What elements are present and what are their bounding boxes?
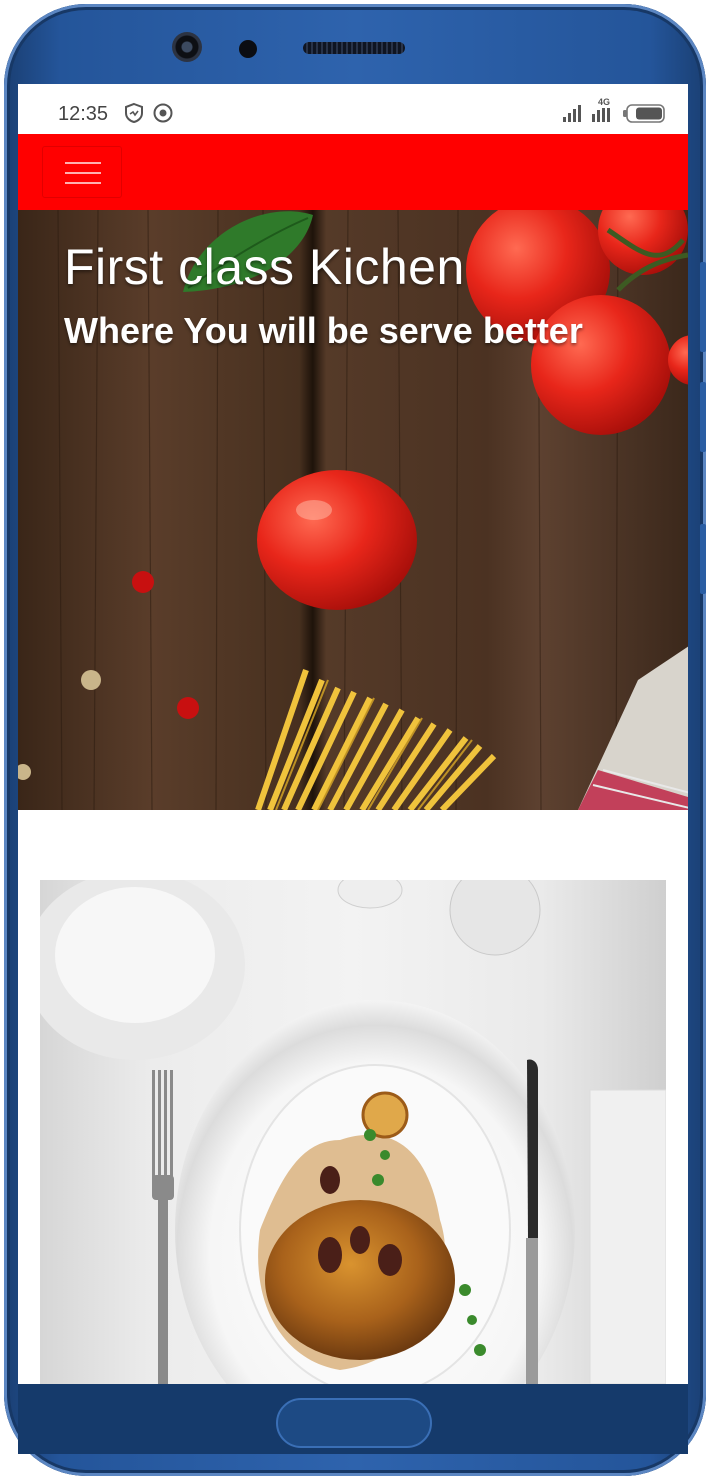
side-button <box>700 524 706 594</box>
signal-icon <box>563 105 581 122</box>
dish-image <box>40 880 666 1384</box>
hero-food-image <box>18 210 688 810</box>
volume-button <box>700 262 706 352</box>
front-camera <box>172 32 202 62</box>
status-bar: 12:35 4G <box>18 84 688 134</box>
battery-icon <box>623 104 665 123</box>
signal-4g-icon: 4G <box>590 97 616 124</box>
record-icon <box>153 103 173 123</box>
home-button[interactable] <box>276 1398 432 1448</box>
menu-toggle-button[interactable] <box>42 146 122 198</box>
earpiece-speaker <box>303 42 405 54</box>
shield-icon <box>125 102 143 124</box>
hero-banner: First class Kichen Where You will be ser… <box>18 210 688 810</box>
screen: 12:35 4G First class Kichen Where You wi… <box>18 84 688 1384</box>
hero-title: First class Kichen <box>64 239 465 295</box>
proximity-sensor <box>239 40 257 58</box>
hero-subtitle: Where You will be serve better <box>64 310 583 351</box>
status-time: 12:35 <box>58 103 109 125</box>
power-button <box>700 382 706 452</box>
top-navbar <box>18 134 688 210</box>
menu-icon <box>65 162 101 164</box>
